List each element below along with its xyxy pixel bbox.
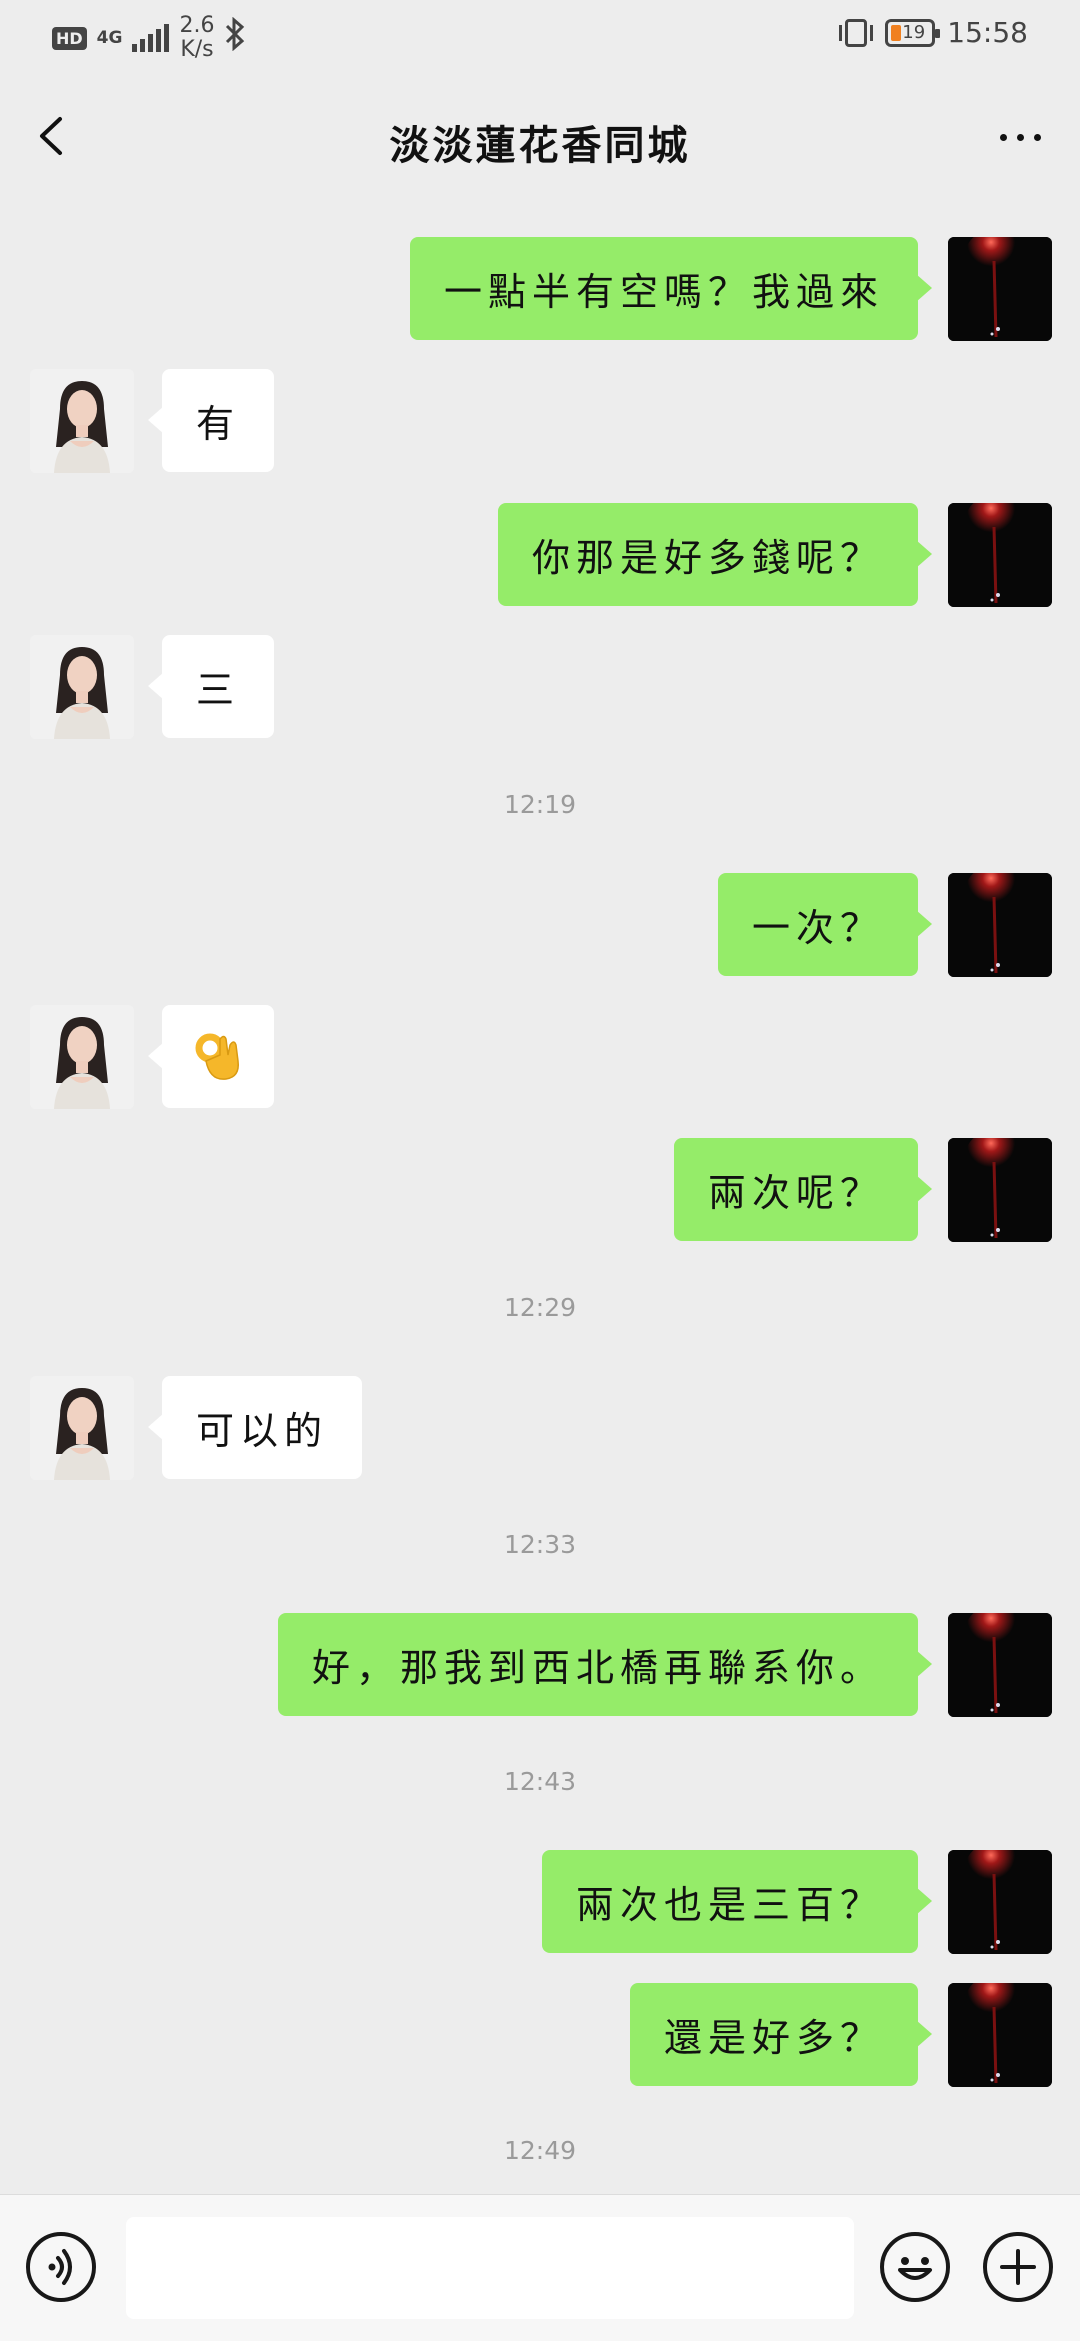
message-timestamp: 12:43 — [503, 1767, 577, 1796]
hd-indicator: HD — [52, 26, 87, 50]
avatar-contact[interactable] — [30, 1376, 134, 1480]
avatar-contact[interactable] — [30, 1005, 134, 1109]
message-text: 兩次也是三百？ — [575, 1883, 884, 1927]
battery-icon: 19 — [885, 18, 941, 47]
vibrate-icon — [839, 18, 874, 47]
avatar-self[interactable] — [948, 1983, 1052, 2087]
status-time: 15:58 — [947, 16, 1028, 49]
message-text: 兩次呢？ — [707, 1171, 884, 1215]
avatar-self[interactable] — [948, 873, 1052, 977]
chat-title: 淡淡蓮花香同城 — [389, 122, 691, 169]
speed-unit: K/s — [180, 37, 214, 62]
received-message-bubble[interactable]: 可以的 — [147, 1376, 363, 1479]
status-right: 19 15:58 — [839, 16, 1028, 49]
battery-level: 19 — [902, 22, 926, 43]
chat-header: 淡淡蓮花香同城 — [0, 75, 1080, 200]
bluetooth-icon — [224, 16, 246, 59]
avatar-self[interactable] — [948, 1850, 1052, 1954]
avatar-contact[interactable] — [30, 369, 134, 473]
message-input[interactable] — [126, 2217, 854, 2319]
signal-icon — [132, 24, 170, 52]
message-timestamp: 12:19 — [503, 790, 577, 819]
message-text: 有 — [196, 402, 241, 446]
avatar-contact[interactable] — [30, 635, 134, 739]
message-timestamp: 12:33 — [503, 1530, 577, 1559]
message-timestamp: 12:29 — [503, 1293, 577, 1322]
emoji-icon[interactable] — [880, 2232, 950, 2302]
battery-fill — [891, 24, 902, 41]
message-text: 好，那我到西北橋再聯系你。 — [311, 1646, 884, 1690]
voice-icon[interactable] — [26, 2232, 96, 2302]
input-bar — [0, 2194, 1080, 2341]
message-timestamp: 12:49 — [503, 2136, 577, 2165]
received-message-bubble[interactable]: 三 — [147, 635, 275, 738]
received-message-bubble[interactable]: 有 — [147, 369, 275, 472]
network-speed: 2.6 K/s — [179, 14, 214, 62]
sent-message-bubble[interactable]: 你那是好多錢呢？ — [497, 503, 933, 606]
message-text: 三 — [196, 668, 241, 712]
sent-message-bubble[interactable]: 兩次呢？ — [673, 1138, 933, 1241]
sent-message-bubble[interactable]: 兩次也是三百？ — [541, 1850, 933, 1953]
message-text: 你那是好多錢呢？ — [531, 536, 884, 580]
ok-hand-emoji — [192, 1031, 244, 1083]
avatar-self[interactable] — [948, 237, 1052, 341]
received-message-bubble[interactable] — [148, 1005, 274, 1108]
status-bar: HD 4G 2.6 K/s 19 15:58 — [0, 0, 1080, 75]
message-text: 可以的 — [196, 1409, 329, 1453]
sent-message-bubble[interactable]: 一次？ — [717, 873, 933, 976]
avatar-self[interactable] — [948, 1138, 1052, 1242]
plus-icon[interactable] — [983, 2232, 1053, 2302]
more-dots-icon[interactable] — [990, 117, 1050, 157]
avatar-self[interactable] — [948, 503, 1052, 607]
message-text: 一次？ — [751, 906, 884, 950]
sent-message-bubble[interactable]: 一點半有空嗎？我過來 — [409, 237, 933, 340]
network-type: 4G — [96, 28, 123, 48]
avatar-self[interactable] — [948, 1613, 1052, 1717]
speed-value: 2.6 — [179, 13, 215, 38]
message-text: 還是好多？ — [663, 2016, 884, 2060]
sent-message-bubble[interactable]: 好，那我到西北橋再聯系你。 — [277, 1613, 933, 1716]
status-left: HD 4G 2.6 K/s — [52, 14, 246, 62]
sent-message-bubble[interactable]: 還是好多？ — [629, 1983, 933, 2086]
message-text: 一點半有空嗎？我過來 — [443, 270, 884, 314]
